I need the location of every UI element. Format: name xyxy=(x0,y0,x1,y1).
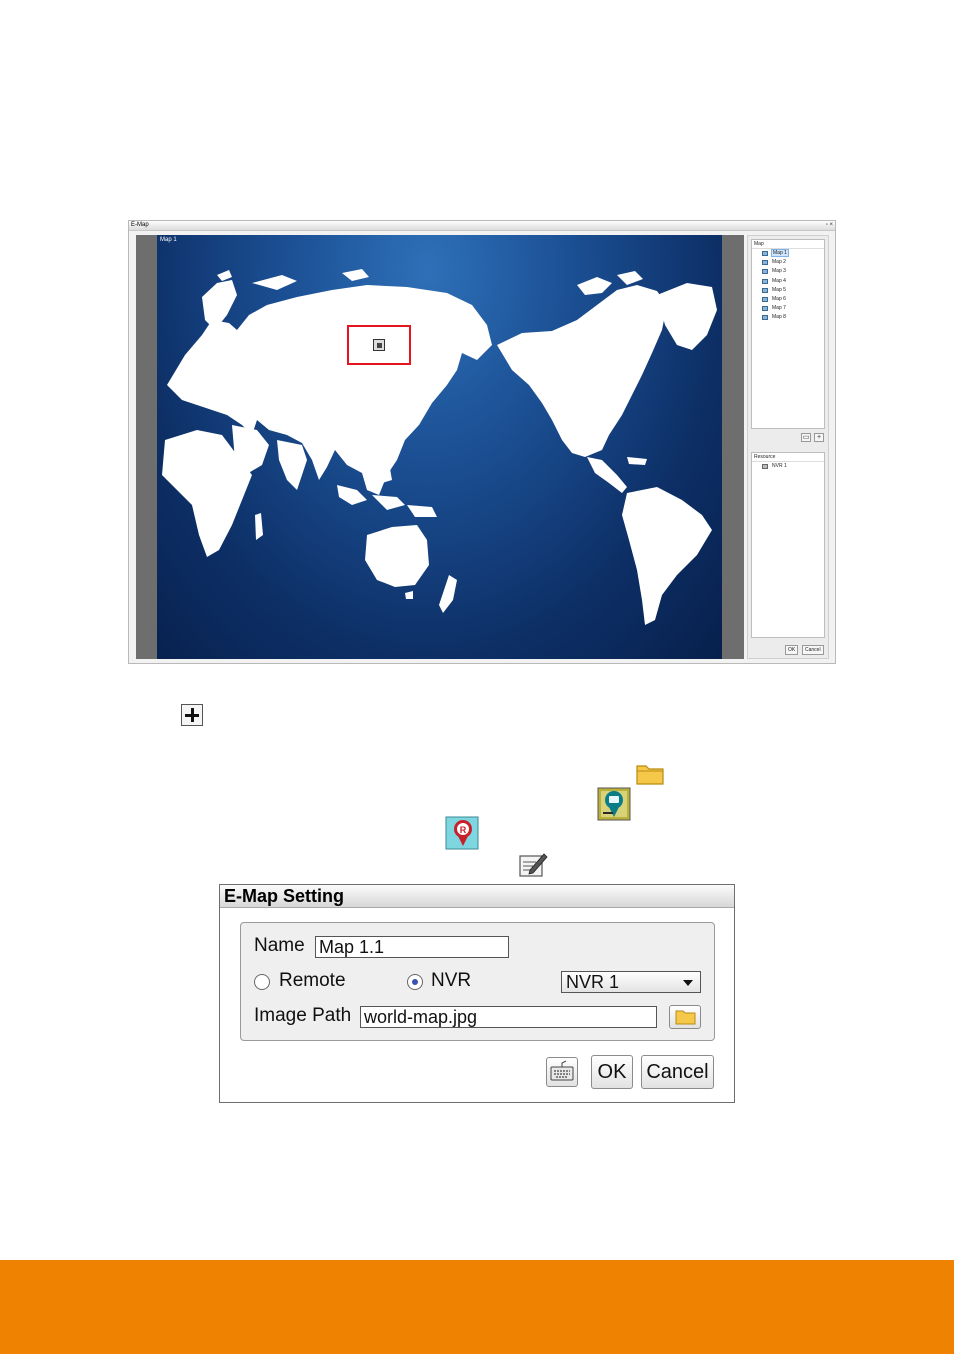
map-list-item[interactable]: Map 2 xyxy=(752,258,824,267)
map-icon xyxy=(762,315,768,321)
map-list-item-label: Map 5 xyxy=(772,286,786,293)
remote-label: Remote xyxy=(279,970,346,991)
map-list-item-label: Map 3 xyxy=(772,268,786,275)
cancel-button[interactable]: Cancel xyxy=(641,1055,714,1089)
emap-cancel-button[interactable]: Cancel xyxy=(802,645,824,655)
map-list-header: Map xyxy=(752,240,824,249)
map-frame: Map 1 xyxy=(136,235,744,659)
map-list-item-label: Map 7 xyxy=(772,305,786,312)
map-items: Map 1 Map 2 Map 3 Map 4 Map 5 Map 6 Map 7 Map 8 xyxy=(752,249,824,323)
keyboard-button[interactable] xyxy=(546,1057,578,1087)
resource-list: Resource NVR 1 xyxy=(751,452,825,638)
map-list-item-label: Map 8 xyxy=(772,314,786,321)
map-list-item-label: Map 6 xyxy=(772,295,786,302)
map-list-item[interactable]: Map 5 xyxy=(752,286,824,295)
map-list-item[interactable]: Map 3 xyxy=(752,267,824,276)
camera-marker-icon xyxy=(597,787,631,821)
folder-icon: ▭ xyxy=(802,434,810,441)
folder-icon xyxy=(636,765,664,785)
chevron-down-icon xyxy=(683,980,693,986)
map-list-item[interactable]: Map 7 xyxy=(752,304,824,313)
map-icon xyxy=(762,260,768,266)
map-list-item[interactable]: Map 1 xyxy=(752,249,824,258)
keyboard-icon xyxy=(550,1060,574,1081)
name-label: Name xyxy=(254,935,305,956)
map-list-item-label: Map 1 xyxy=(771,249,789,257)
side-panel: Map Map 1 Map 2 Map 3 Map 4 Map 5 Map 6 Map 7M… xyxy=(747,235,829,659)
nvr-radio[interactable] xyxy=(407,974,423,990)
map-tab-label[interactable]: Map 1 xyxy=(160,237,177,243)
map-icon xyxy=(762,251,768,256)
nvr-select-value: NVR 1 xyxy=(566,972,620,992)
folder-icon xyxy=(675,1010,696,1025)
map-list-item[interactable]: Map 4 xyxy=(752,277,824,286)
image-path-label: Image Path xyxy=(254,1005,352,1026)
emap-ok-button[interactable]: OK xyxy=(785,645,799,655)
emap-setting-dialog: E-Map Setting Name Remote NVR NVR 1 Imag… xyxy=(219,884,735,1103)
record-marker-icon: R xyxy=(445,816,479,850)
add-map-button[interactable]: + xyxy=(814,433,824,442)
map-canvas[interactable]: Map 1 xyxy=(157,235,722,659)
map-list-item[interactable]: Map 8 xyxy=(752,313,824,322)
settings-group: Name Remote NVR NVR 1 Image Path xyxy=(240,922,715,1041)
map-list: Map Map 1 Map 2 Map 3 Map 4 Map 5 Map 6 Map 7M… xyxy=(751,239,825,429)
map-list-item-label: Map 2 xyxy=(772,259,786,266)
emap-title: E-Map xyxy=(131,222,149,228)
emap-window: E-Map ▫ × Map 1 Map Map 1 Map 2 Map 3 Ma… xyxy=(128,220,836,664)
name-input[interactable] xyxy=(315,936,509,958)
nvr-icon xyxy=(762,464,768,469)
map-list-item[interactable]: Map 6 xyxy=(752,295,824,304)
map-icon xyxy=(762,296,768,302)
svg-text:R: R xyxy=(460,825,467,835)
marker-highlight xyxy=(347,325,411,365)
dialog-title: E-Map Setting xyxy=(220,885,734,908)
ok-button[interactable]: OK xyxy=(591,1055,633,1089)
resource-item-label: NVR 1 xyxy=(772,463,787,469)
map-list-item-label: Map 4 xyxy=(772,277,786,284)
map-icon xyxy=(762,287,768,293)
open-map-button[interactable]: ▭ xyxy=(801,433,811,442)
nvr-label: NVR xyxy=(431,970,472,991)
emap-titlebar: E-Map ▫ × xyxy=(129,221,835,231)
edit-icon xyxy=(519,853,548,877)
resource-list-header: Resource xyxy=(752,453,824,462)
image-path-input[interactable] xyxy=(360,1006,657,1028)
remote-radio[interactable] xyxy=(254,974,270,990)
browse-button[interactable] xyxy=(669,1005,701,1029)
camera-marker-icon[interactable] xyxy=(373,339,385,351)
footer-bar xyxy=(0,1260,954,1354)
map-icon xyxy=(762,269,768,275)
world-map-image xyxy=(162,269,717,625)
resource-item[interactable]: NVR 1 xyxy=(752,462,824,471)
plus-icon xyxy=(181,704,203,726)
map-icon xyxy=(762,306,768,312)
nvr-select[interactable]: NVR 1 xyxy=(561,971,701,993)
window-controls[interactable]: ▫ × xyxy=(826,221,833,230)
map-icon xyxy=(762,278,768,284)
